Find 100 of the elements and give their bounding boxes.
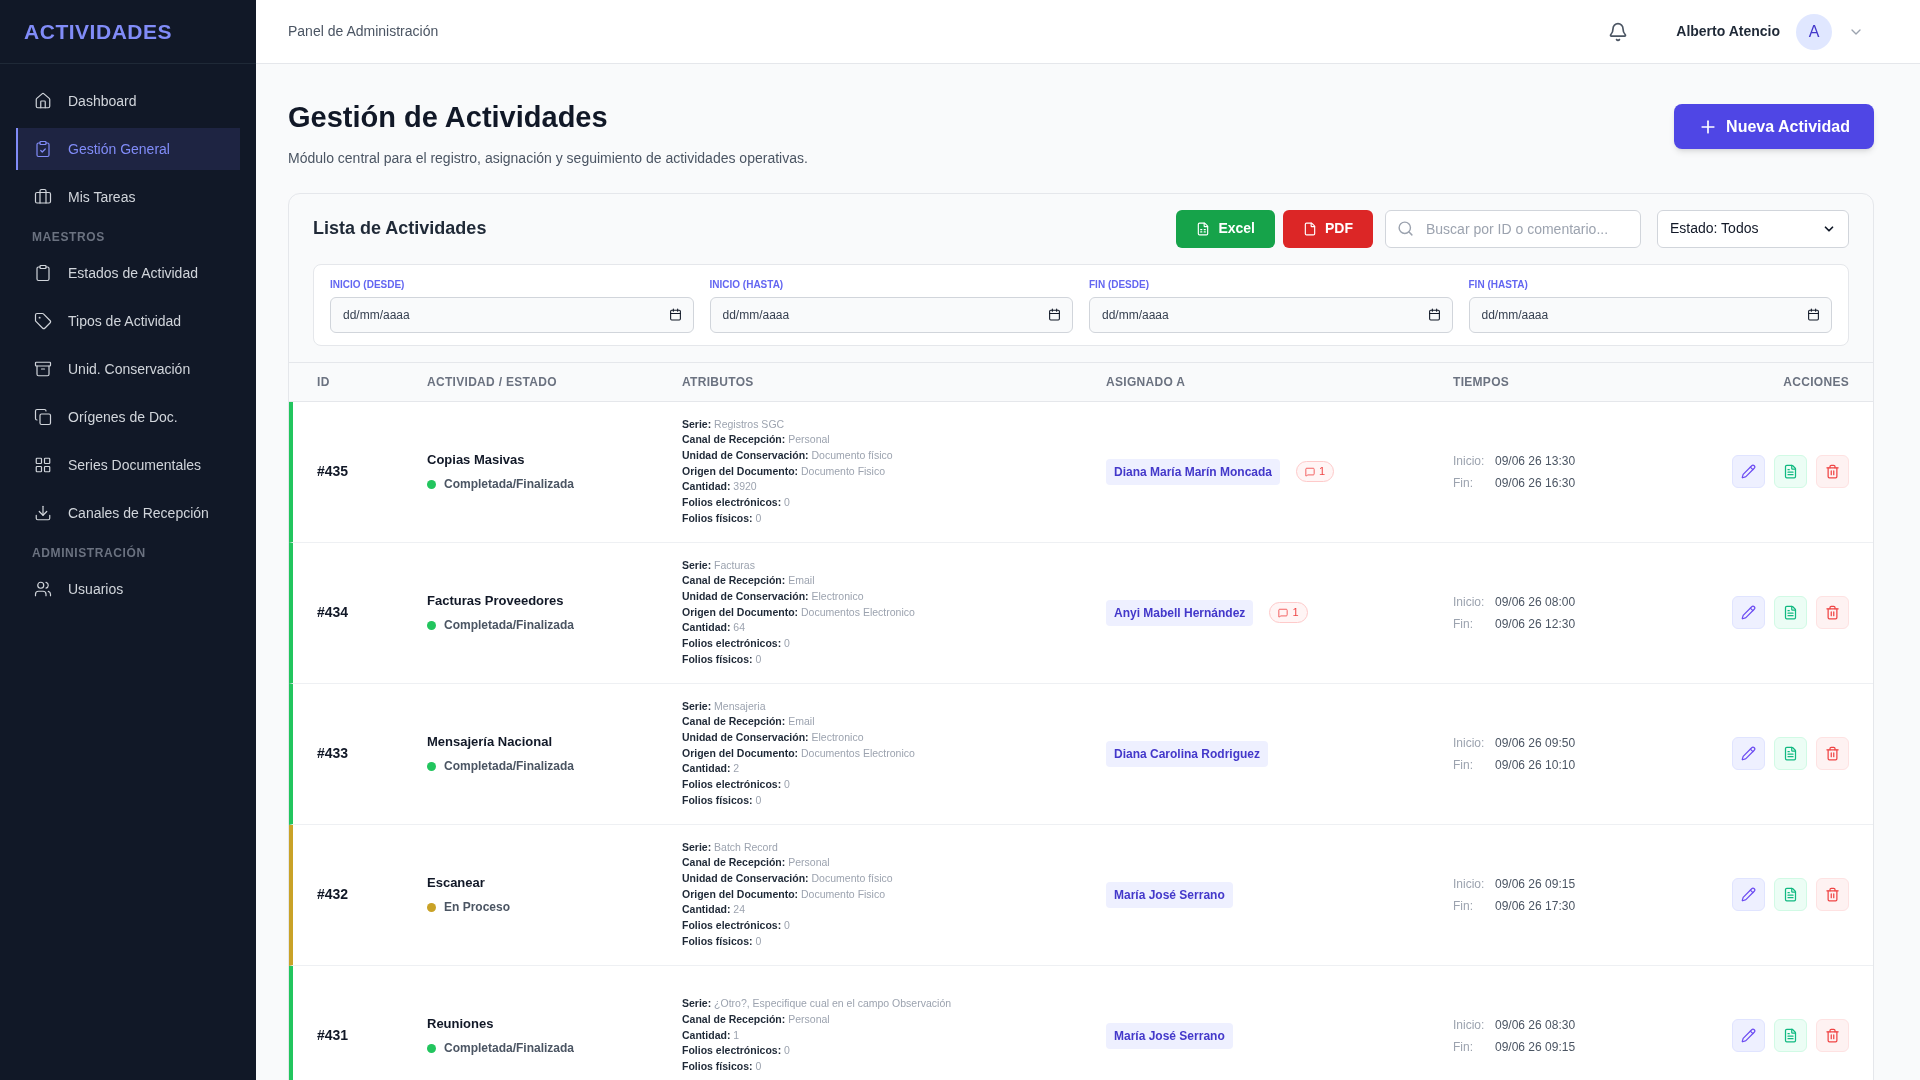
attribute-line: Unidad de Conservación: Documento físico: [682, 447, 894, 463]
time-label: Fin:: [1453, 474, 1474, 492]
filter-label: FIN (DESDE): [1089, 277, 1150, 292]
document-button[interactable]: [1774, 737, 1807, 770]
delete-button[interactable]: [1816, 596, 1849, 629]
delete-button[interactable]: [1816, 878, 1849, 911]
briefcase-icon: [34, 188, 52, 206]
download-icon: [34, 504, 52, 522]
time-value: 09/06 26 09:15: [1495, 1038, 1577, 1056]
attribute-line: Cantidad: 64: [682, 620, 747, 636]
status-select[interactable]: Estado: Todos: [1657, 209, 1849, 248]
search-icon: [1397, 219, 1414, 237]
attribute-line: Folios electrónicos: 0: [682, 495, 791, 511]
home-icon: [34, 92, 52, 110]
filter-label: INICIO (HASTA): [709, 277, 785, 292]
attribute-line: Canal de Recepción: Personal: [682, 432, 831, 448]
file-icon: [1303, 221, 1317, 236]
attribute-line: Folios físicos: 0: [682, 792, 763, 808]
activity-id: #431: [317, 1026, 350, 1045]
avatar[interactable]: A: [1796, 13, 1832, 50]
page-subtitle: Módulo central para el registro, asignación y seguimiento de actividades operativas.: [288, 148, 808, 168]
nav-item[interactable]: Canales de Recepción: [16, 492, 240, 534]
nav-item[interactable]: Dashboard: [16, 80, 240, 122]
time-value: 09/06 26 09:50: [1495, 734, 1577, 752]
nav-item[interactable]: Tipos de Actividad: [16, 300, 240, 342]
attribute-line: Folios electrónicos: 0: [682, 777, 791, 793]
bell-icon[interactable]: [1608, 21, 1629, 42]
time-label: Inicio:: [1453, 452, 1486, 470]
status-label: Completada/Finalizada: [444, 476, 575, 494]
activity-name: Copias Masivas: [427, 450, 526, 469]
document-button[interactable]: [1774, 878, 1807, 911]
nav-section-title: MAESTROS: [31, 229, 106, 246]
attribute-line: Canal de Recepción: Email: [682, 573, 816, 589]
comment-count-badge: 1: [1296, 461, 1335, 482]
status-label: Completada/Finalizada: [444, 1040, 575, 1058]
trash-icon: [1825, 464, 1840, 479]
breadcrumb: Panel de Administración: [288, 22, 439, 41]
attribute-line: Origen del Documento: Documentos Electronico: [682, 745, 916, 761]
attribute-line: Serie: ¿Otro?, Especifique cual en el campo Observación: [682, 996, 953, 1012]
edit-button[interactable]: [1732, 878, 1765, 911]
nav-item[interactable]: Estados de Actividad: [16, 252, 240, 294]
trash-icon: [1825, 1028, 1840, 1043]
assignee-tag: María José Serrano: [1106, 1022, 1233, 1049]
column-header: ATRIBUTOS: [682, 373, 755, 391]
nav-item[interactable]: Orígenes de Doc.: [16, 396, 240, 438]
status-label: Completada/Finalizada: [444, 758, 575, 776]
edit-button[interactable]: [1732, 455, 1765, 488]
column-header: ACCIONES: [1782, 373, 1849, 391]
user-name: Alberto Atencio: [1676, 22, 1780, 41]
attribute-line: Serie: Mensajeria: [682, 698, 767, 714]
document-button[interactable]: [1774, 1019, 1807, 1052]
status-label: En Proceso: [444, 899, 511, 917]
column-header: ASIGNADO A: [1106, 373, 1187, 391]
delete-button[interactable]: [1816, 1019, 1849, 1052]
comment-icon: [1305, 466, 1316, 477]
nav-item[interactable]: Gestión General: [16, 128, 240, 170]
calendar-icon: [1427, 307, 1441, 321]
new-activity-button[interactable]: Nueva Actividad: [1674, 104, 1874, 149]
edit-button[interactable]: [1732, 1019, 1765, 1052]
page-title: Gestión de Actividades: [288, 100, 609, 135]
attribute-line: Serie: Registros SGC: [682, 416, 786, 432]
delete-button[interactable]: [1816, 737, 1849, 770]
pdf-button[interactable]: PDF: [1283, 209, 1373, 248]
archive-icon: [34, 360, 52, 378]
assignee-tag: María José Serrano: [1106, 881, 1233, 908]
edit-button[interactable]: [1732, 737, 1765, 770]
nav-item[interactable]: Unid. Conservación: [16, 348, 240, 390]
calendar-icon: [668, 307, 682, 321]
date-field[interactable]: dd/mm/aaaa: [1089, 296, 1453, 333]
document-button[interactable]: [1774, 596, 1807, 629]
document-button[interactable]: [1774, 455, 1807, 488]
clipboard-icon: [34, 264, 52, 282]
activity-name: Reuniones: [427, 1014, 495, 1033]
delete-button[interactable]: [1816, 455, 1849, 488]
attribute-line: Canal de Recepción: Personal: [682, 855, 831, 871]
nav-item[interactable]: Usuarios: [16, 568, 240, 610]
date-field[interactable]: dd/mm/aaaa: [709, 296, 1073, 333]
attribute-line: Unidad de Conservación: Electronico: [682, 588, 865, 604]
nav-section-title: ADMINISTRACIÓN: [31, 544, 147, 562]
attribute-line: Cantidad: 2: [682, 761, 741, 777]
date-field[interactable]: dd/mm/aaaa: [330, 296, 694, 333]
activity-id: #433: [317, 744, 350, 763]
attribute-line: Folios físicos: 0: [682, 933, 763, 949]
trash-icon: [1825, 605, 1840, 620]
time-label: Fin:: [1453, 1038, 1474, 1056]
edit-button[interactable]: [1732, 596, 1765, 629]
date-field[interactable]: dd/mm/aaaa: [1468, 296, 1832, 333]
nav-item[interactable]: Mis Tareas: [16, 176, 240, 218]
attribute-line: Folios electrónicos: 0: [682, 918, 791, 934]
time-label: Inicio:: [1453, 875, 1486, 893]
activity-name: Mensajería Nacional: [427, 732, 553, 751]
clipboard-check-icon: [34, 140, 52, 158]
card-title: Lista de Actividades: [313, 217, 487, 240]
search-field[interactable]: Buscar por ID o comentario...: [1385, 209, 1641, 248]
document-icon: [1783, 746, 1798, 761]
time-label: Inicio:: [1453, 1016, 1486, 1034]
nav-item[interactable]: Series Documentales: [16, 444, 240, 486]
time-label: Fin:: [1453, 897, 1474, 915]
time-value: 09/06 26 16:30: [1495, 474, 1577, 492]
copy-icon: [34, 408, 52, 426]
